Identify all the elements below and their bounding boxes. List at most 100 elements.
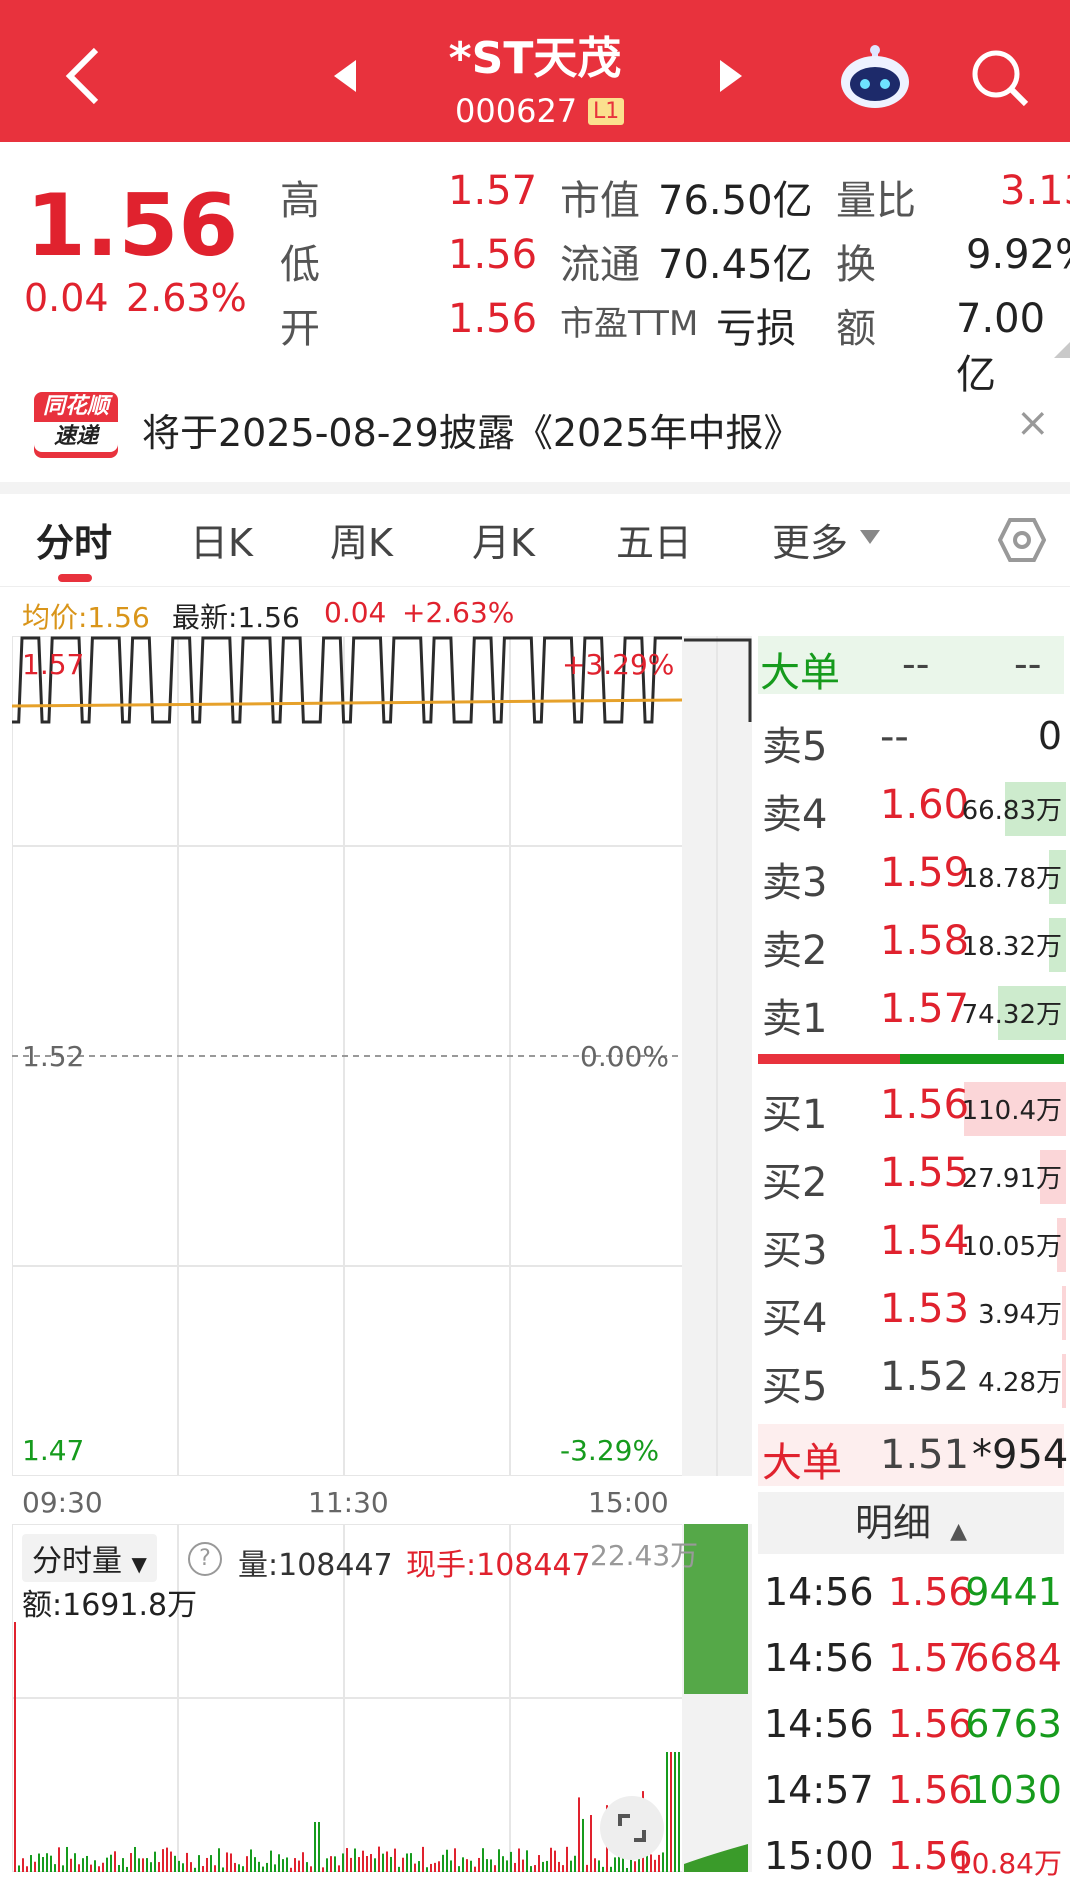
expand-corner-icon[interactable]	[1054, 342, 1070, 358]
high-label: 高	[280, 178, 320, 224]
volume-bar	[458, 1866, 460, 1872]
volume-bar	[186, 1852, 188, 1872]
ask-row-2[interactable]: 卖2 1.58 18.32万	[760, 910, 1068, 976]
tab-five-day[interactable]: 五日	[616, 512, 692, 567]
next-stock-icon[interactable]	[720, 60, 742, 92]
search-icon[interactable]	[970, 48, 1030, 108]
volume-bar	[610, 1866, 612, 1872]
tab-divider	[0, 586, 1070, 587]
tab-intraday[interactable]: 分时	[36, 512, 112, 567]
mktcap-value: 76.50亿	[658, 178, 813, 224]
news-banner[interactable]: 同花顺 速递 将于2025-08-29披露《2025年中报》 ×	[0, 370, 1070, 494]
volume-bar	[54, 1864, 56, 1872]
volume-bar	[86, 1855, 88, 1872]
close-icon[interactable]: ×	[1016, 400, 1050, 446]
volume-selector-label: 分时量	[32, 1544, 122, 1579]
volume-bar	[30, 1855, 32, 1872]
volume-bar	[230, 1853, 232, 1872]
volume-bar	[502, 1856, 504, 1872]
volume-bar	[590, 1815, 592, 1872]
tick-volume: 10.84万	[953, 1847, 1062, 1880]
big-order-bottom[interactable]: 大单 1.51 *954	[758, 1424, 1068, 1486]
volume-bar	[374, 1858, 376, 1872]
volratio-label: 量比	[836, 178, 916, 224]
bid-row-2[interactable]: 买2 1.55 27.91万	[760, 1142, 1068, 1208]
big-order-header[interactable]: 大单 -- --	[758, 636, 1064, 696]
ticks-header-label: 明细	[854, 1501, 931, 1545]
tab-daily-k[interactable]: 日K	[190, 512, 253, 567]
volume-bar	[514, 1862, 516, 1872]
volume-bar	[530, 1866, 532, 1872]
volume-bar	[298, 1860, 300, 1872]
settings-icon[interactable]	[998, 516, 1046, 564]
volume-bar	[518, 1848, 520, 1872]
volume-bar	[506, 1860, 508, 1872]
volume-bar	[270, 1850, 272, 1872]
low-value: 1.56	[448, 232, 538, 278]
volume-bar	[34, 1861, 36, 1872]
tab-monthly-k[interactable]: 月K	[472, 512, 535, 567]
tab-weekly-k[interactable]: 周K	[330, 512, 393, 567]
volume-bar	[442, 1854, 444, 1872]
robot-assistant-icon[interactable]	[838, 42, 912, 108]
fullscreen-button[interactable]	[600, 1796, 664, 1860]
level-price: 1.55	[880, 1150, 970, 1196]
level-label: 买1	[762, 1092, 828, 1138]
volume-bar	[422, 1846, 424, 1872]
volume-bar	[634, 1861, 636, 1872]
bid-row-3[interactable]: 买3 1.54 10.05万	[760, 1210, 1068, 1276]
volume-bar	[42, 1857, 44, 1872]
fullscreen-icon	[618, 1814, 646, 1842]
bid-row-1[interactable]: 买1 1.56 110.4万	[760, 1074, 1068, 1140]
level-label: 卖4	[762, 792, 828, 838]
level-volume: 18.78万	[961, 864, 1062, 894]
ask-row-4[interactable]: 卖4 1.60 66.83万	[760, 774, 1068, 840]
volume-bar	[174, 1855, 176, 1872]
y-axis-bottom: 1.47	[22, 1434, 85, 1467]
volume-bar	[430, 1863, 432, 1872]
volume-bar	[470, 1860, 472, 1872]
volume-bar	[358, 1857, 360, 1872]
volume-bar	[314, 1822, 316, 1872]
latest-price-label: 最新:1.56	[172, 601, 300, 634]
volume-bar	[330, 1856, 332, 1872]
ask-row-3[interactable]: 卖3 1.59 18.78万	[760, 842, 1068, 908]
volume-bar	[46, 1853, 48, 1872]
volume-bar	[446, 1849, 448, 1872]
volume-bar	[398, 1866, 400, 1872]
big-order-bottom-label: 大单	[762, 1440, 842, 1486]
ticks-header[interactable]: 明细 ▲	[758, 1492, 1064, 1554]
volume-bar	[242, 1866, 244, 1872]
chevron-down-icon[interactable]	[860, 530, 880, 544]
level-label: 卖5	[762, 724, 828, 770]
volume-bar	[326, 1858, 328, 1872]
ask-row-1[interactable]: 卖1 1.57 74.32万	[760, 978, 1068, 1044]
ask-row-5[interactable]: 卖5 -- 0	[760, 706, 1068, 772]
volume-bar	[150, 1862, 152, 1872]
volume-bar	[574, 1855, 576, 1872]
big-order-value-b: --	[1014, 642, 1042, 686]
tick-row: 14:56 1.57 6684	[762, 1624, 1068, 1690]
y-axis-mid-pct: 0.00%	[580, 1040, 669, 1073]
volume-bar	[198, 1855, 200, 1872]
level-volume: 74.32万	[961, 1000, 1062, 1030]
tab-more[interactable]: 更多	[772, 512, 848, 567]
volume-bar	[370, 1854, 372, 1872]
volume-bar	[50, 1855, 52, 1872]
volume-bar	[366, 1856, 368, 1872]
bid-row-5[interactable]: 买5 1.52 4.28万	[760, 1346, 1068, 1412]
volume-bar	[542, 1861, 544, 1872]
ask-bid-split	[758, 1054, 900, 1064]
volume-bar	[678, 1752, 680, 1872]
bid-row-4[interactable]: 买4 1.53 3.94万	[760, 1278, 1068, 1344]
level-label: 买3	[762, 1228, 828, 1274]
volume-bar	[142, 1858, 144, 1872]
volume-selector[interactable]: 分时量 ▼	[22, 1534, 157, 1582]
volume-bar	[206, 1857, 208, 1872]
hand-value: 现手:108447	[406, 1548, 591, 1583]
level-volume: 4.28万	[978, 1368, 1062, 1398]
high-value: 1.57	[448, 168, 538, 214]
volume-bar	[190, 1862, 192, 1872]
tick-row: 14:56 1.56 6763	[762, 1690, 1068, 1756]
help-icon[interactable]: ?	[188, 1542, 222, 1576]
